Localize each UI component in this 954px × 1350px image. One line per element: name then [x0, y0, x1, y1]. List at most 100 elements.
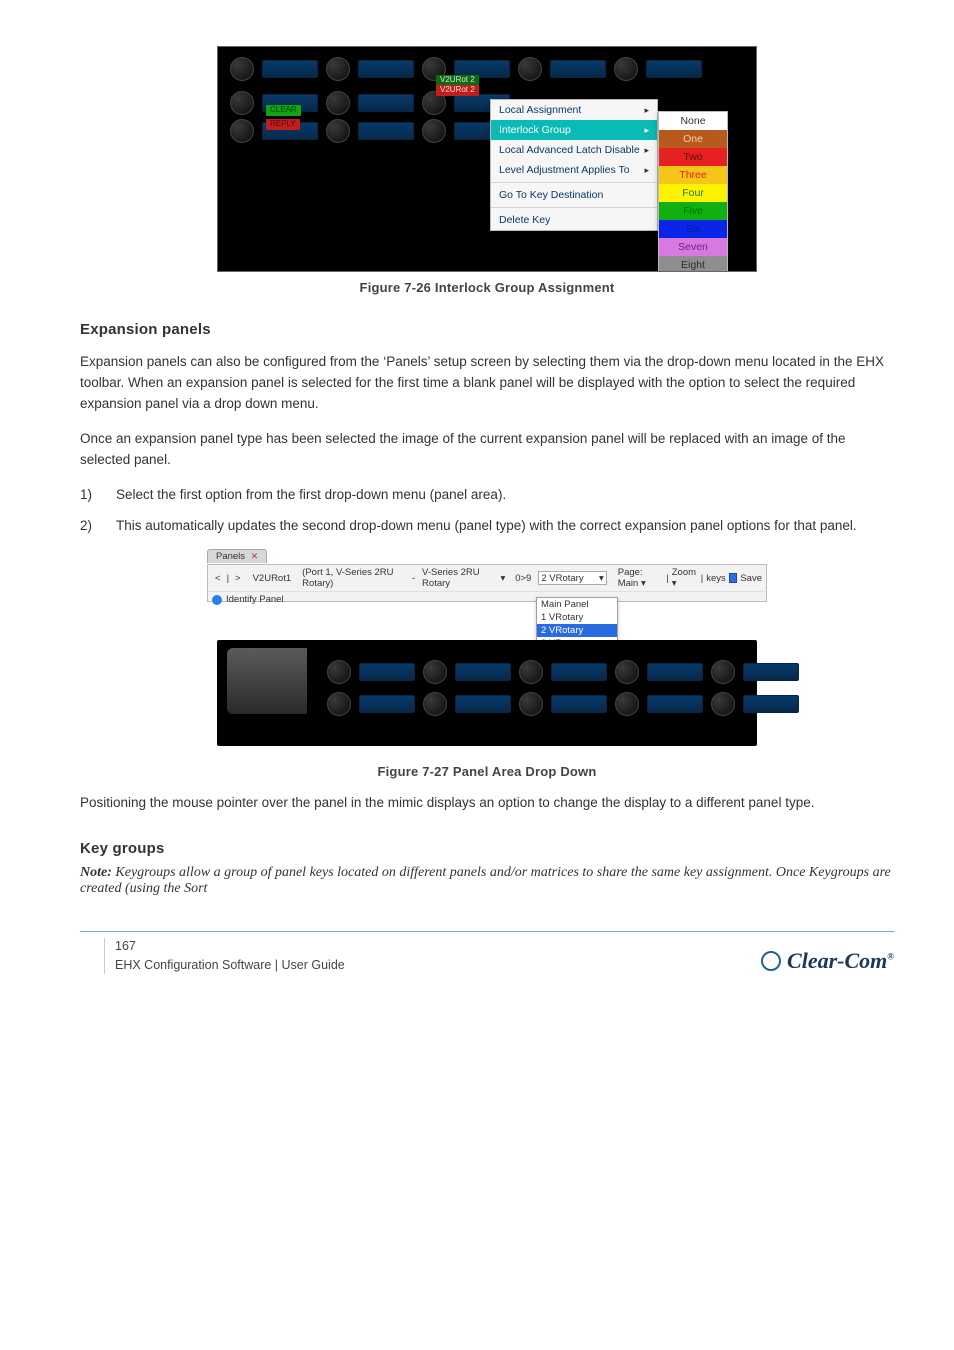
knob — [614, 57, 638, 81]
submenu-item-two[interactable]: Two — [659, 148, 727, 166]
knob — [518, 57, 542, 81]
page-label[interactable]: Page: Main ▾ — [618, 567, 664, 589]
identify-panel-button[interactable]: Identify Panel — [212, 594, 284, 605]
knob — [711, 692, 735, 716]
menu-item-level-adjustment-applies-to[interactable]: Level Adjustment Applies To▸ — [491, 160, 657, 180]
badge-v2urot2: V2URot 2 — [436, 85, 479, 96]
submenu-item-eight[interactable]: Eight — [659, 256, 727, 272]
key-slot — [455, 663, 511, 681]
key-slot — [262, 60, 318, 78]
page-footer: 167 EHX Configuration Software | User Gu… — [80, 931, 894, 974]
submenu-item-six[interactable]: Six — [659, 220, 727, 238]
separator: | — [666, 573, 668, 584]
chevron-right-icon: ▸ — [644, 145, 649, 156]
submenu-item-none[interactable]: None — [659, 112, 727, 130]
menu-separator — [491, 182, 657, 183]
knob — [327, 692, 351, 716]
menu-separator — [491, 207, 657, 208]
separator: | — [701, 573, 703, 584]
chevron-down-icon: ▾ — [599, 573, 604, 584]
knob — [326, 91, 350, 115]
option-1-vrotary[interactable]: 1 VRotary — [537, 611, 617, 624]
list-item: Select the first option from the first d… — [116, 485, 894, 506]
list-item: This automatically updates the second dr… — [116, 516, 894, 537]
menu-item-label: Interlock Group — [499, 124, 571, 136]
knob — [422, 119, 446, 143]
knob — [615, 660, 639, 684]
page-number: 167 — [115, 938, 345, 955]
zoom-label[interactable]: Zoom ▾ — [672, 567, 698, 589]
menu-item-interlock-group[interactable]: Interlock Group▸ — [491, 120, 657, 140]
tab-bar: Panels ✕ — [207, 546, 767, 564]
chevron-right-icon: ▸ — [644, 165, 649, 176]
tab-label: Panels — [216, 551, 245, 562]
heading-key-groups: Key groups — [80, 840, 894, 857]
save-icon — [729, 573, 738, 583]
key-slot — [455, 695, 511, 713]
tab-panels[interactable]: Panels ✕ — [207, 549, 267, 563]
menu-item-label: Local Assignment — [499, 104, 581, 116]
key-slot — [647, 663, 703, 681]
panel-name: V2URot1 — [253, 573, 292, 584]
knob — [615, 692, 639, 716]
figure-panel-area-dropdown: Panels ✕ < | > V2URot1 (Port 1, V-Series… — [207, 546, 767, 756]
save-label[interactable]: Save — [740, 573, 762, 584]
menu-item-go-to-key-destination[interactable]: Go To Key Destination — [491, 185, 657, 205]
badge-reply: REPLY — [266, 119, 300, 130]
list-number: 2) — [80, 516, 116, 537]
key-slot — [743, 695, 799, 713]
context-menu: Local Assignment▸ Interlock Group▸ Local… — [490, 99, 658, 231]
key-slot — [551, 695, 607, 713]
badge-clear: CLEAR — [266, 105, 301, 116]
paragraph: Once an expansion panel type has been se… — [80, 429, 894, 471]
separator: | — [227, 573, 229, 584]
menu-item-local-advanced-latch-disable[interactable]: Local Advanced Latch Disable ▸ — [491, 140, 657, 160]
submenu-item-seven[interactable]: Seven — [659, 238, 727, 256]
brand-logo: Clear-Com® — [761, 948, 894, 974]
key-slot — [359, 695, 415, 713]
knob — [326, 119, 350, 143]
submenu-item-four[interactable]: Four — [659, 184, 727, 202]
option-main-panel[interactable]: Main Panel — [537, 598, 617, 611]
knob — [519, 660, 543, 684]
panel-area-select[interactable]: 2 VRotary ▾ — [538, 571, 606, 585]
registered-mark: ® — [887, 952, 894, 962]
submenu-item-one[interactable]: One — [659, 130, 727, 148]
knob — [423, 660, 447, 684]
knob — [230, 119, 254, 143]
panel-area-value: 2 VRotary — [541, 573, 583, 584]
key-slot — [550, 60, 606, 78]
knob — [519, 692, 543, 716]
note-body: Keygroups allow a group of panel keys lo… — [80, 865, 891, 896]
panel-mimic — [217, 640, 757, 746]
brand-name: Clear-Com — [787, 948, 887, 973]
figure-caption: Figure 7-26 Interlock Group Assignment — [80, 280, 894, 295]
figure-caption: Figure 7-27 Panel Area Drop Down — [80, 764, 894, 779]
key-slot — [743, 663, 799, 681]
key-slot — [359, 663, 415, 681]
note: Note: Keygroups allow a group of panel k… — [80, 865, 894, 897]
option-2-vrotary[interactable]: 2 VRotary — [537, 624, 617, 637]
keys-label[interactable]: keys — [706, 573, 726, 584]
nav-next-button[interactable]: > — [232, 573, 244, 584]
menu-item-label: Local Advanced Latch Disable — [499, 144, 640, 156]
heading-expansion-panels: Expansion panels — [80, 321, 894, 338]
knob — [423, 692, 447, 716]
submenu-item-three[interactable]: Three — [659, 166, 727, 184]
series-label: V-Series 2RU Rotary — [422, 567, 494, 589]
logo-icon — [761, 951, 781, 971]
knob — [230, 91, 254, 115]
submenu-item-five[interactable]: Five — [659, 202, 727, 220]
chevron-right-icon: ▸ — [644, 105, 649, 116]
menu-item-local-assignment[interactable]: Local Assignment ▸ — [491, 100, 657, 120]
interlock-group-submenu: None One Two Three Four Five Six Seven E… — [658, 111, 728, 272]
key-slot — [358, 122, 414, 140]
note-label: Note: — [80, 865, 112, 880]
nav-prev-button[interactable]: < — [212, 573, 224, 584]
key-slot — [358, 60, 414, 78]
menu-item-delete-key[interactable]: Delete Key — [491, 210, 657, 230]
close-icon[interactable]: ✕ — [251, 551, 259, 561]
knob — [230, 57, 254, 81]
shift-label: 0>9 — [515, 573, 531, 584]
series-dropdown-button[interactable]: ▾ — [497, 573, 508, 584]
